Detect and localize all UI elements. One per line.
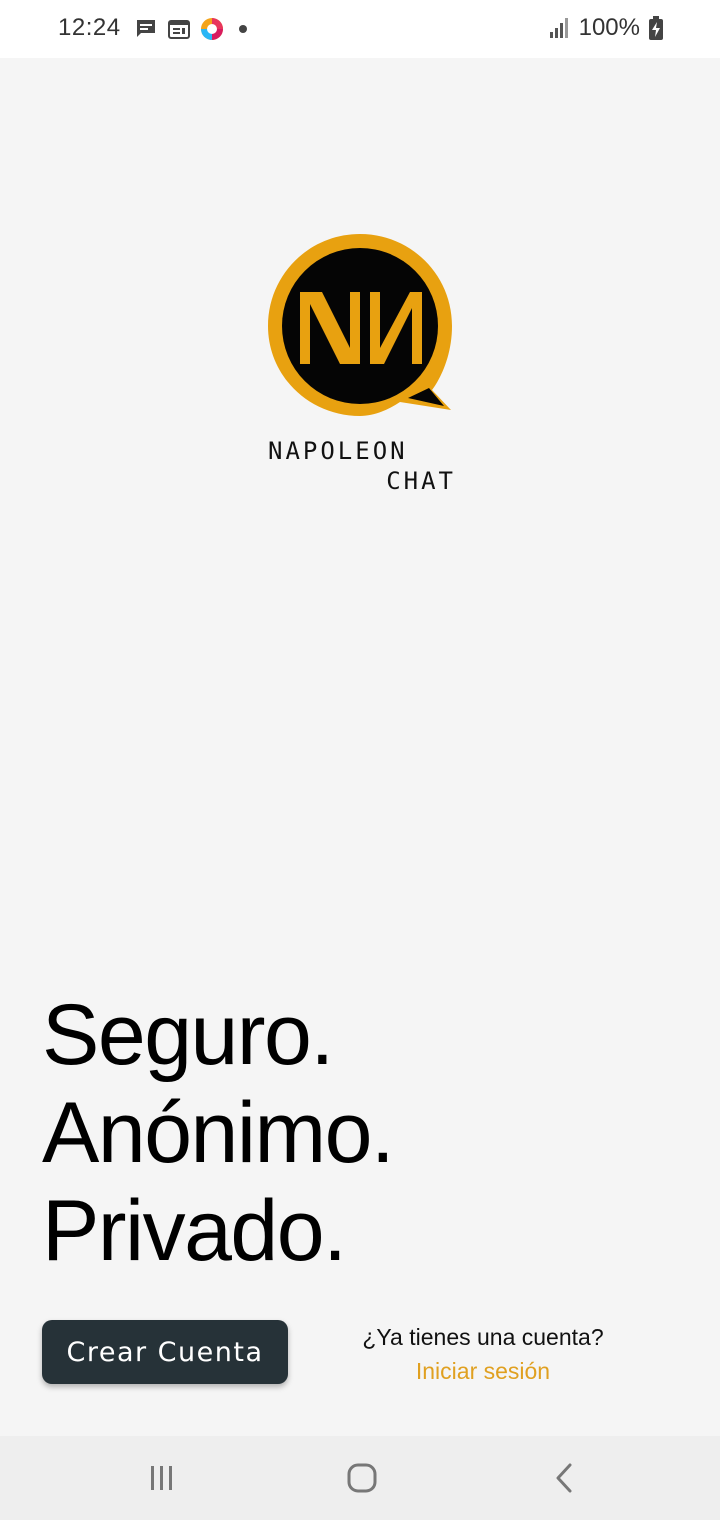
app-icon xyxy=(201,18,223,40)
battery-charging-icon xyxy=(649,16,663,40)
tagline-line-2: Anónimo. xyxy=(42,1085,395,1181)
app-logo xyxy=(262,230,462,420)
signal-icon xyxy=(549,18,568,38)
logo-line-napoleon: NAPOLEON xyxy=(268,437,408,465)
have-account-text: ¿Ya tienes una cuenta? xyxy=(362,1324,604,1350)
logo-wordmark: NAPOLEON CHAT xyxy=(262,436,462,496)
tagline-line-1: Seguro. xyxy=(42,987,334,1083)
notification-dot-icon xyxy=(239,25,247,33)
create-account-button[interactable]: Crear Cuenta xyxy=(42,1320,288,1384)
home-icon[interactable] xyxy=(346,1462,378,1494)
back-icon[interactable] xyxy=(548,1462,580,1494)
tagline: Seguro. Anónimo. Privado. xyxy=(42,986,395,1280)
tagline-line-3: Privado. xyxy=(42,1183,347,1279)
login-link[interactable]: Iniciar sesión xyxy=(340,1354,626,1388)
battery-level: 100% xyxy=(578,14,640,41)
logo-line-chat: CHAT xyxy=(386,467,456,495)
calendar-icon xyxy=(168,20,190,39)
status-time: 12:24 xyxy=(58,14,121,41)
message-icon xyxy=(137,20,155,37)
login-block: ¿Ya tienes una cuenta? Iniciar sesión xyxy=(340,1320,626,1388)
screen: 12:24 100% NAPOLEON CHAT Seguro. Anónimo… xyxy=(0,0,720,1520)
notification-icons xyxy=(134,17,247,41)
status-bar: 12:24 100% xyxy=(0,0,720,58)
chat-bubble-logo-icon xyxy=(268,234,452,416)
recent-apps-icon[interactable] xyxy=(146,1462,178,1494)
system-status: 100% xyxy=(549,14,664,42)
navigation-bar xyxy=(0,1436,720,1520)
